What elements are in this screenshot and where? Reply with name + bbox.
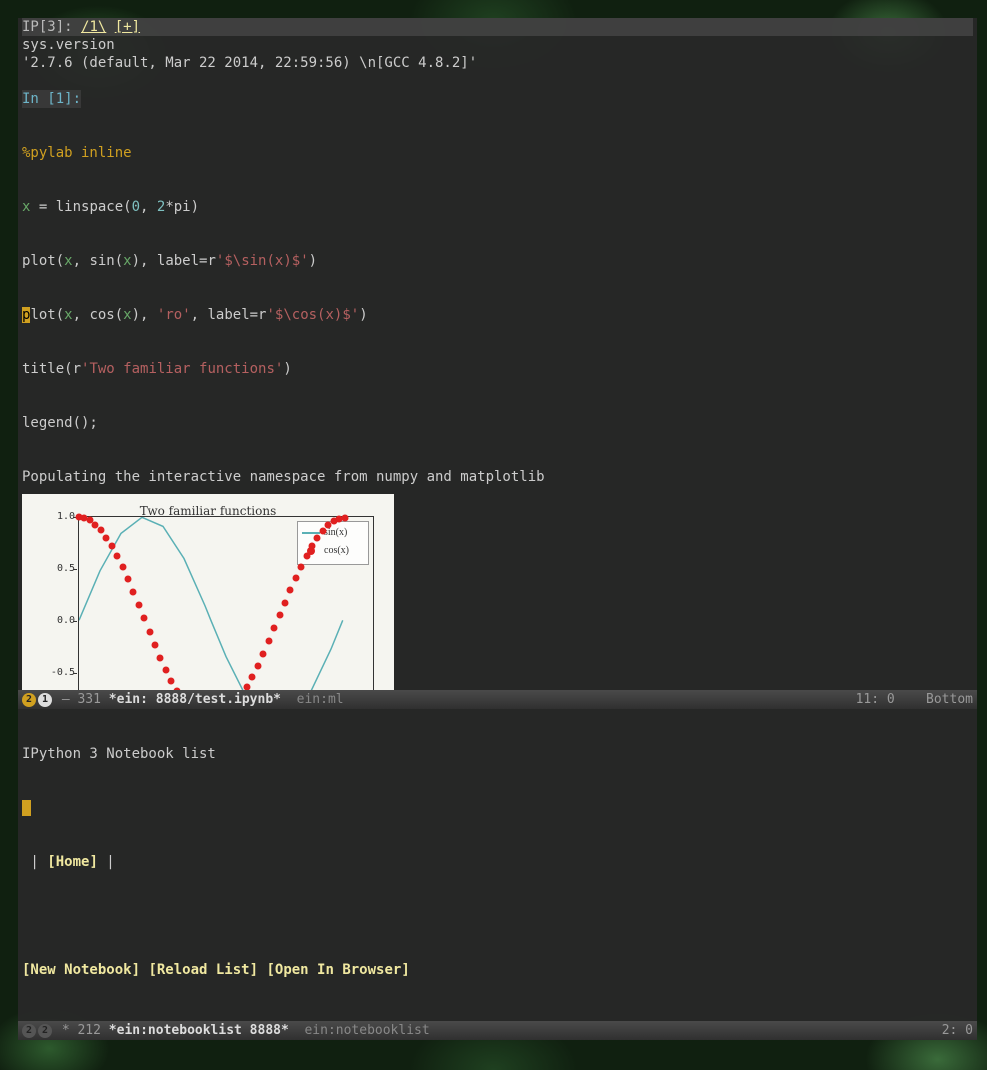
ytick-label: 1.0 bbox=[45, 508, 75, 526]
legend-cos-label: cos(x) bbox=[324, 542, 349, 560]
cell-nav[interactable]: /1\ bbox=[81, 19, 106, 35]
cos-point bbox=[265, 638, 272, 645]
cos-point bbox=[319, 528, 326, 535]
cos-point bbox=[303, 553, 310, 560]
cos-point bbox=[309, 543, 316, 550]
open-in-browser-button[interactable]: [Open In Browser] bbox=[266, 962, 409, 978]
emacs-frame: IP[3]: /1\ [+] sys.version '2.7.6 (defau… bbox=[18, 18, 977, 1040]
cell1-prompt: In [1]: bbox=[22, 90, 81, 108]
notebooklist-pane[interactable]: IPython 3 Notebook list | [Home] | [New … bbox=[18, 709, 977, 1021]
plot-output: Two familiar functions sin(x) cos(x) -1.… bbox=[22, 494, 394, 690]
cos-point bbox=[276, 612, 283, 619]
cos-point bbox=[141, 615, 148, 622]
scroll-location: Bottom bbox=[926, 692, 973, 707]
cell1-output: Populating the interactive namespace fro… bbox=[22, 468, 973, 486]
cos-point bbox=[124, 576, 131, 583]
buffer-name: *ein: 8888/test.ipynb* bbox=[109, 690, 281, 709]
cos-point bbox=[292, 575, 299, 582]
cell0-code[interactable]: sys.version bbox=[22, 36, 973, 54]
cos-point bbox=[130, 588, 137, 595]
state-badge-icon: 1 bbox=[38, 693, 52, 707]
nblist-title: IPython 3 Notebook list bbox=[22, 745, 973, 763]
cos-point bbox=[146, 628, 153, 635]
cos-point bbox=[341, 515, 348, 522]
cos-point bbox=[271, 625, 278, 632]
cos-point bbox=[114, 553, 121, 560]
cell-header: IP[3]: /1\ [+] bbox=[22, 18, 973, 36]
cursor-position: 2: 0 bbox=[942, 1023, 973, 1038]
cos-point bbox=[168, 678, 175, 685]
ytick-label: -0.5 bbox=[45, 664, 75, 682]
cos-point bbox=[314, 535, 321, 542]
modeline-bottom[interactable]: 22 * 212 *ein:notebooklist 8888* ein:not… bbox=[18, 1021, 977, 1040]
major-mode: ein:notebooklist bbox=[289, 1021, 430, 1040]
cos-point bbox=[119, 564, 126, 571]
major-mode: ein:ml bbox=[281, 690, 344, 709]
cos-point bbox=[103, 534, 110, 541]
state-badge-icon: 2 bbox=[22, 693, 36, 707]
cos-point bbox=[97, 527, 104, 534]
cos-point bbox=[151, 641, 158, 648]
state-badge-icon: 2 bbox=[22, 1024, 36, 1038]
add-cell-button[interactable]: [+] bbox=[115, 19, 140, 35]
ytick-label: 0.0 bbox=[45, 612, 75, 630]
cos-point bbox=[281, 599, 288, 606]
reload-list-button[interactable]: [Reload List] bbox=[148, 962, 258, 978]
home-link[interactable]: [Home] bbox=[47, 854, 98, 870]
text-cursor bbox=[22, 800, 31, 816]
cos-point bbox=[135, 602, 142, 609]
chart-axes: sin(x) cos(x) -1.0-0.50.00.51.001234567 bbox=[78, 516, 374, 690]
cos-point bbox=[298, 563, 305, 570]
ytick-label: 0.5 bbox=[45, 560, 75, 578]
state-badge-icon: 2 bbox=[38, 1024, 52, 1038]
new-notebook-button[interactable]: [New Notebook] bbox=[22, 962, 140, 978]
buffer-name: *ein:notebooklist 8888* bbox=[109, 1021, 289, 1040]
cell1-code[interactable]: %pylab inline x = linspace(0, 2*pi) plot… bbox=[22, 108, 973, 468]
cos-point bbox=[249, 673, 256, 680]
cos-point bbox=[254, 662, 261, 669]
notebook-pane[interactable]: IP[3]: /1\ [+] sys.version '2.7.6 (defau… bbox=[18, 18, 977, 690]
cos-point bbox=[108, 543, 115, 550]
cursor-position: 11: 0 bbox=[856, 692, 895, 707]
modeline-top[interactable]: 21 — 331 *ein: 8888/test.ipynb* ein:ml 1… bbox=[18, 690, 977, 709]
cos-point bbox=[157, 654, 164, 661]
cos-point bbox=[162, 666, 169, 673]
cell0-output: '2.7.6 (default, Mar 22 2014, 22:59:56) … bbox=[22, 54, 973, 72]
cos-point bbox=[260, 650, 267, 657]
cos-point bbox=[287, 587, 294, 594]
